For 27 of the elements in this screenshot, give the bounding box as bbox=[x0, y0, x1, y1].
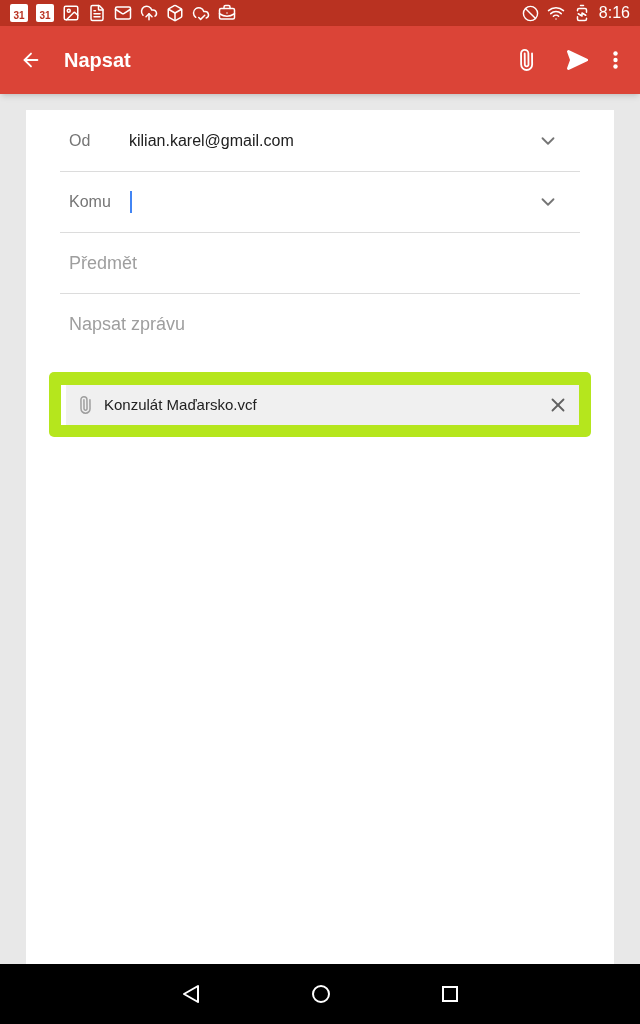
more-menu-icon bbox=[613, 51, 618, 69]
cloud-check-icon bbox=[192, 4, 210, 22]
calendar-icon: 31 bbox=[36, 4, 54, 22]
box-icon bbox=[166, 4, 184, 22]
home-button[interactable] bbox=[311, 984, 331, 1004]
cloud-upload-icon bbox=[140, 4, 158, 22]
attachment-name: Konzulát Maďarsko.vcf bbox=[104, 394, 258, 415]
calendar-icon: 31 bbox=[10, 4, 28, 22]
mail-icon bbox=[114, 4, 132, 22]
file-icon bbox=[88, 4, 106, 22]
wifi-icon bbox=[546, 4, 565, 22]
app-title: Napsat bbox=[64, 48, 131, 73]
field-label: Komu bbox=[69, 192, 112, 212]
send-button[interactable] bbox=[565, 48, 589, 72]
image-icon bbox=[62, 4, 80, 22]
field-label: Od bbox=[69, 131, 92, 151]
attachment-chip[interactable]: Konzulát Maďarsko.vcf bbox=[61, 385, 579, 425]
more-menu-button[interactable] bbox=[611, 49, 620, 71]
back-nav-button[interactable] bbox=[181, 984, 201, 1004]
recents-button[interactable] bbox=[441, 985, 459, 1003]
clock: 8:16 bbox=[598, 3, 630, 23]
text-field[interactable]: Předmět bbox=[69, 249, 571, 277]
briefcase-icon bbox=[218, 4, 236, 22]
send-icon bbox=[565, 48, 589, 72]
do-not-disturb-icon bbox=[521, 4, 539, 22]
text-field[interactable]: Napsat zprávu bbox=[69, 311, 571, 338]
account-field[interactable]: kilian.karel@gmail.com bbox=[129, 126, 537, 156]
